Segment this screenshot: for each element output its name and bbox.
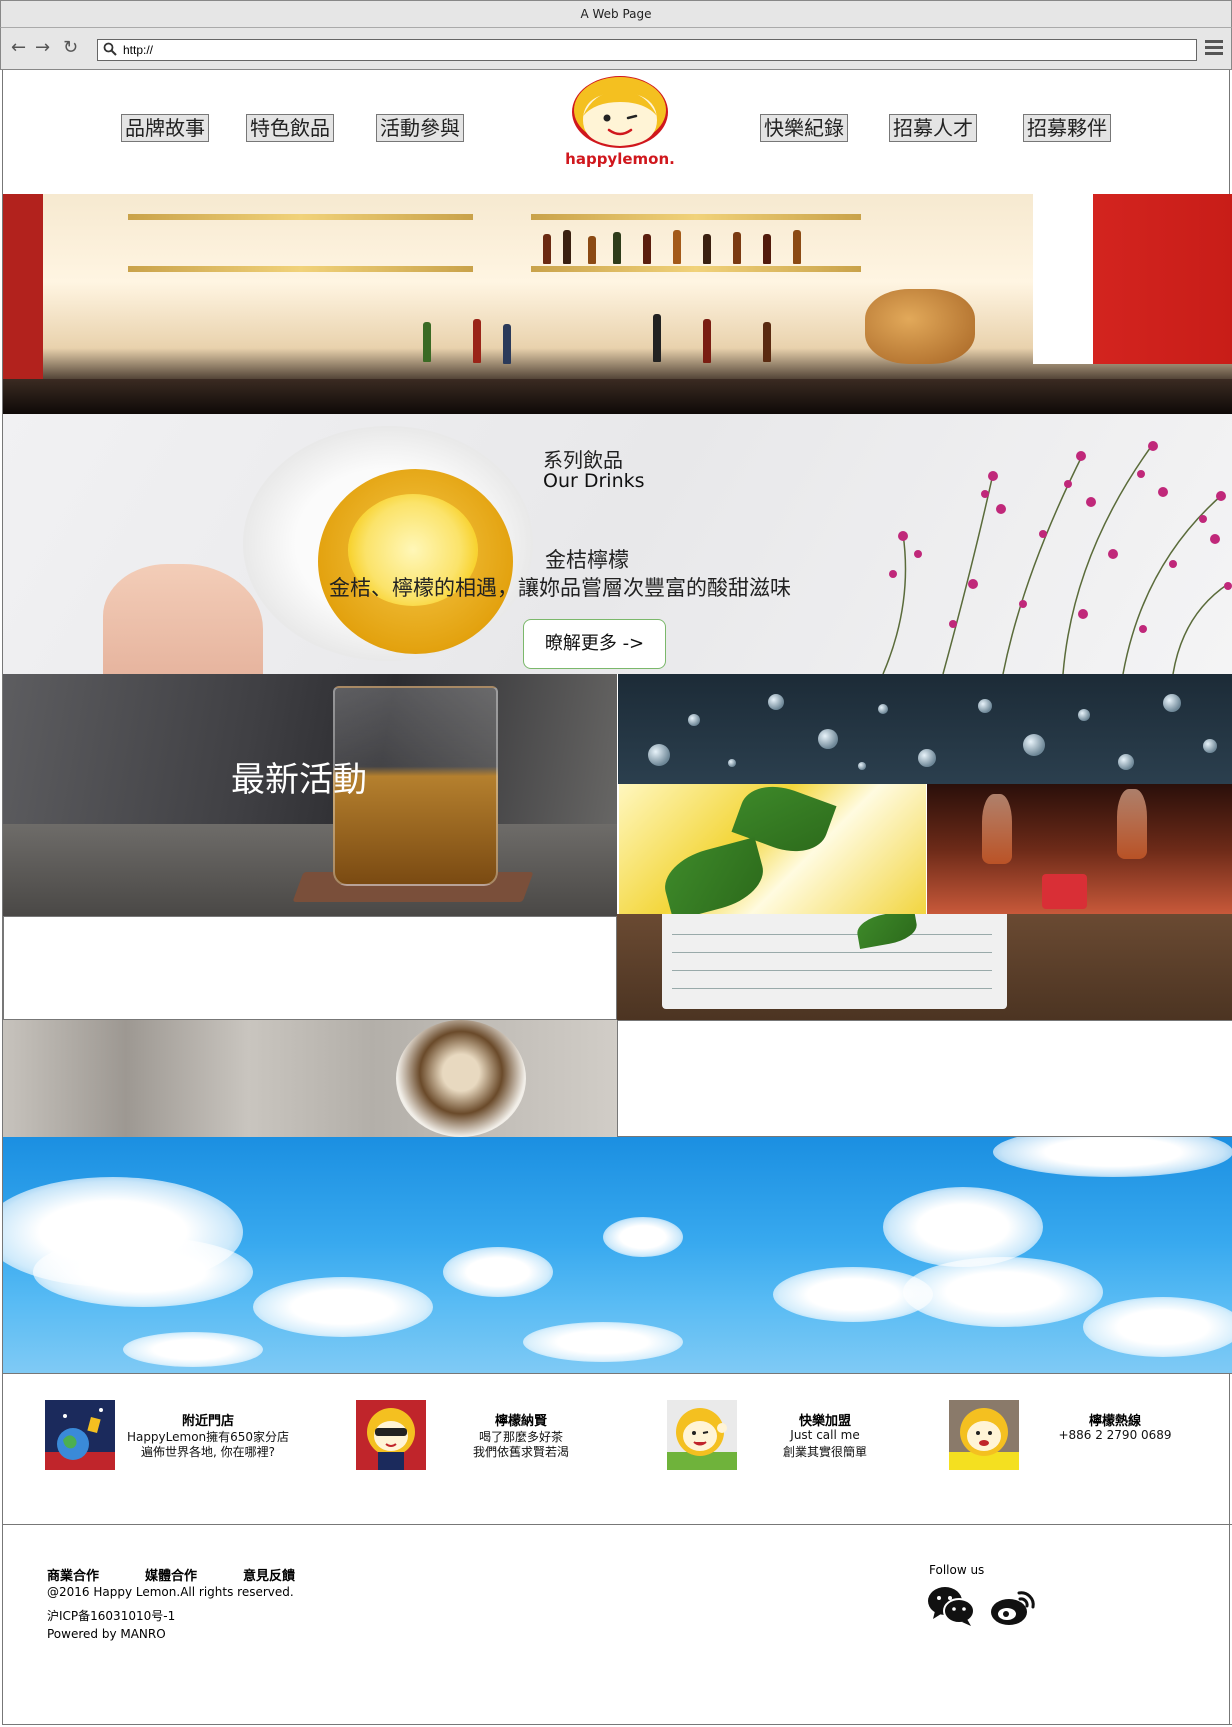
- copyright-text: @2016 Happy Lemon.All rights reserved.: [47, 1585, 294, 1599]
- card-line: 我們依舊求賢若渴: [472, 1445, 569, 1459]
- hamburger-menu-icon[interactable]: [1205, 40, 1223, 56]
- drinks-section-subtitle: Our Drinks: [543, 470, 645, 492]
- learn-more-button[interactable]: 暸解更多 ->: [523, 619, 666, 669]
- nav-happy-records[interactable]: 快樂紀錄: [760, 114, 848, 142]
- window-title: A Web Page: [580, 7, 652, 21]
- reload-icon[interactable]: ↻: [63, 38, 78, 58]
- wechat-icon[interactable]: [927, 1585, 975, 1627]
- card-line: Just call me: [790, 1428, 860, 1442]
- nav-recruit-partners[interactable]: 招募夥伴: [1023, 114, 1111, 142]
- flowers-decoration: [882, 441, 1232, 674]
- nav-featured-drinks[interactable]: 特色飲品: [246, 114, 334, 142]
- back-arrow-icon[interactable]: ←: [11, 38, 26, 58]
- browser-toolbar: ← → ↻ http://: [0, 28, 1232, 70]
- drinks-section-title: 系列飲品: [543, 448, 623, 472]
- featured-drink-name: 金桔檸檬: [545, 548, 629, 572]
- card-title-hotline: 檸檬熱線: [1088, 1414, 1141, 1429]
- activities-empty-panel-2: [617, 1020, 1232, 1137]
- activities-whiskey-image[interactable]: 最新活動: [3, 674, 617, 916]
- weibo-icon[interactable]: [989, 1585, 1037, 1627]
- page-footer: 商業合作 媒體合作 意見反饋 @2016 Happy Lemon.All rig…: [3, 1525, 1232, 1725]
- hero-bar-image: [3, 194, 1232, 414]
- card-title-nearby-stores: 附近門店: [181, 1414, 234, 1429]
- drinks-banner: 系列飲品 Our Drinks 金桔檸檬 金桔、檸檬的相遇，讓妳品嘗層次豐富的酸…: [3, 414, 1232, 674]
- powered-by-text: Powered by MANRO: [47, 1627, 166, 1641]
- card-title-recruiting: 檸檬納賢: [494, 1414, 547, 1429]
- activities-wine-image[interactable]: [927, 784, 1232, 914]
- search-icon: [103, 42, 117, 56]
- activities-notebook-image[interactable]: [617, 914, 1232, 1020]
- happylemon-logo[interactable]: happylemon.: [565, 72, 675, 172]
- info-cards-row: 附近門店 HappyLemon擁有650家分店 遍佈世界各地, 你在哪裡? 檸檬…: [3, 1373, 1232, 1525]
- footer-link-feedback[interactable]: 意見反饋: [243, 1565, 295, 1584]
- activities-mint-lemon-image[interactable]: [619, 784, 926, 914]
- activities-title: 最新活動: [231, 760, 367, 800]
- follow-us-label: Follow us: [929, 1563, 985, 1577]
- featured-drink-description: 金桔、檸檬的相遇，讓妳品嘗層次豐富的酸甜滋味: [329, 576, 791, 600]
- card-line: 創業其實很簡單: [782, 1445, 867, 1459]
- nav-brand-story[interactable]: 品牌故事: [121, 114, 209, 142]
- footer-link-media[interactable]: 媒體合作: [145, 1565, 197, 1584]
- globe-store-icon[interactable]: [45, 1400, 115, 1470]
- url-text[interactable]: http://: [123, 43, 153, 57]
- cool-lemon-mascot-icon[interactable]: [356, 1400, 426, 1470]
- browser-titlebar: A Web Page: [0, 0, 1232, 28]
- footer-link-business[interactable]: 商業合作: [47, 1565, 99, 1584]
- activities-sand-cup-image[interactable]: [3, 1020, 617, 1137]
- page-frame: 品牌故事 特色飲品 活動參與 happylemon. 快樂紀錄 招募人才 招募夥…: [2, 70, 1232, 1725]
- hotline-mascot-icon[interactable]: [949, 1400, 1019, 1470]
- activities-empty-panel: [3, 916, 617, 1020]
- forward-arrow-icon[interactable]: →: [35, 38, 50, 58]
- nav-recruit-talent[interactable]: 招募人才: [889, 114, 977, 142]
- card-title-franchise: 快樂加盟: [798, 1414, 851, 1429]
- icp-text: 沪ICP备16031010号-1: [47, 1609, 176, 1623]
- nav-activities[interactable]: 活動參與: [376, 114, 464, 142]
- card-line: 遍佈世界各地, 你在哪裡?: [141, 1445, 275, 1459]
- address-bar[interactable]: http://: [97, 39, 1197, 61]
- logo-wordmark: happylemon.: [565, 150, 675, 168]
- activities-bubbles-image[interactable]: [618, 674, 1232, 784]
- hotline-phone-number[interactable]: +886 2 2790 0689: [1015, 1428, 1215, 1442]
- sky-banner-image: [3, 1137, 1232, 1373]
